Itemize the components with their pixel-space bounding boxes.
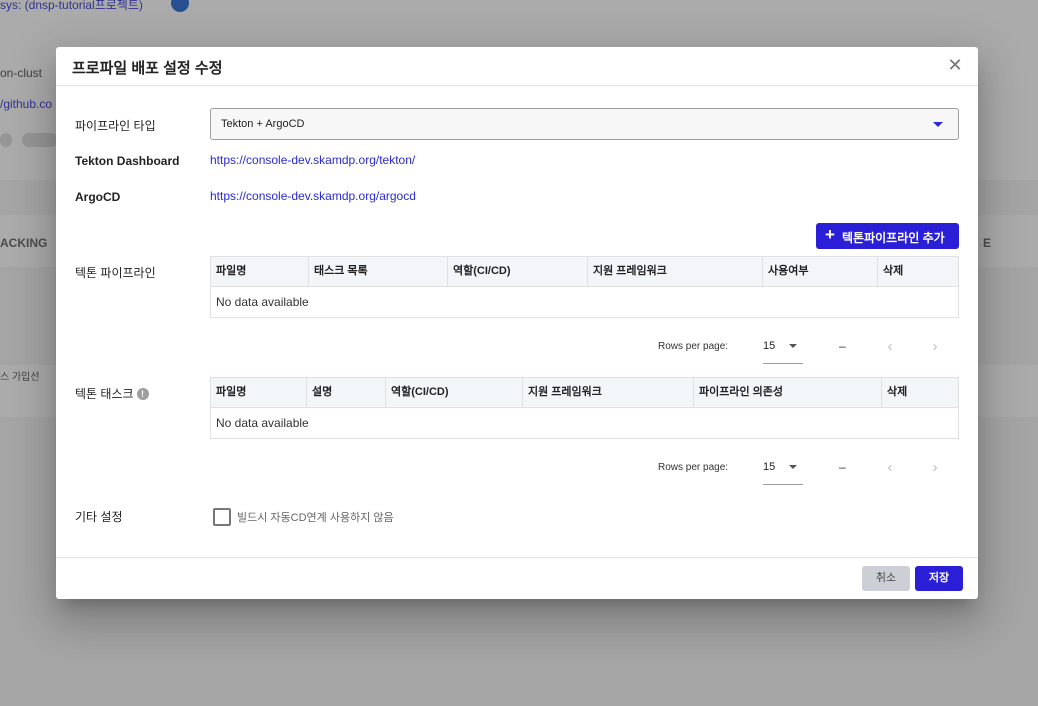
add-tekton-pipeline-label: 텍톤파이프라인 추가 [842, 231, 945, 245]
column-header[interactable]: 파일명 [211, 257, 309, 286]
table-header: 파일명 태스크 목록 역할(CI/CD) 지원 프레임워크 사용여부 삭제 [211, 257, 958, 287]
rows-per-page-label: Rows per page: [658, 341, 729, 352]
column-header[interactable]: 지원 프레임워크 [588, 257, 763, 286]
tekton-pipeline-label: 텍톤 파이프라인 [75, 266, 156, 280]
rows-per-page-select[interactable]: 15 [763, 454, 803, 485]
dialog-header: 프로파일 배포 설정 수정 ✕ [56, 47, 978, 86]
close-icon[interactable]: ✕ [946, 56, 964, 74]
chevron-right-icon[interactable]: › [926, 338, 944, 356]
dialog-footer: 취소 저장 [56, 557, 978, 600]
tekton-task-table: 파일명 설명 역할(CI/CD) 지원 프레임워크 파이프라인 의존성 삭제 N… [210, 377, 959, 439]
save-button[interactable]: 저장 [915, 566, 963, 591]
tekton-dashboard-label: Tekton Dashboard [75, 154, 180, 168]
argocd-link[interactable]: https://console-dev.skamdp.org/argocd [210, 189, 416, 203]
page-range: – [839, 460, 846, 474]
pipeline-type-value: Tekton + ArgoCD [221, 118, 305, 130]
cancel-button[interactable]: 취소 [862, 566, 910, 591]
chevron-down-icon [789, 465, 797, 469]
tekton-task-label-text: 텍톤 태스크 [75, 387, 134, 401]
no-data-text: No data available [216, 416, 309, 430]
table-body: No data available [211, 287, 958, 317]
column-header[interactable]: 사용여부 [763, 257, 878, 286]
chevron-left-icon[interactable]: ‹ [881, 459, 899, 477]
disable-auto-cd-label[interactable]: 빌드시 자동CD연계 사용하지 않음 [237, 509, 394, 525]
add-tekton-pipeline-button[interactable]: + 텍톤파이프라인 추가 [816, 223, 959, 249]
rows-per-page-value: 15 [763, 340, 776, 352]
rows-per-page-value: 15 [763, 461, 776, 473]
no-data-text: No data available [216, 295, 309, 309]
disable-auto-cd-checkbox[interactable] [213, 508, 231, 526]
rows-per-page-select[interactable]: 15 [763, 333, 803, 364]
column-header[interactable]: 태스크 목록 [309, 257, 448, 286]
column-header[interactable]: 설명 [307, 378, 386, 407]
column-header[interactable]: 파일명 [211, 378, 307, 407]
tekton-dashboard-link[interactable]: https://console-dev.skamdp.org/tekton/ [210, 153, 415, 167]
table-header: 파일명 설명 역할(CI/CD) 지원 프레임워크 파이프라인 의존성 삭제 [211, 378, 958, 408]
tekton-task-pagination: Rows per page: 15 – ‹ › [210, 454, 957, 485]
edit-profile-deploy-dialog: 프로파일 배포 설정 수정 ✕ 파이프라인 타입 Tekton + ArgoCD… [56, 47, 978, 599]
plus-icon: + [825, 225, 835, 244]
table-body: No data available [211, 408, 958, 438]
column-header[interactable]: 삭제 [878, 257, 958, 286]
column-header[interactable]: 삭제 [882, 378, 958, 407]
pipeline-type-select[interactable]: Tekton + ArgoCD [210, 108, 959, 140]
chevron-right-icon[interactable]: › [926, 459, 944, 477]
dialog-title: 프로파일 배포 설정 수정 [72, 60, 223, 77]
info-icon[interactable]: ! [136, 388, 149, 400]
chevron-left-icon[interactable]: ‹ [881, 338, 899, 356]
chevron-down-icon [789, 344, 797, 348]
argocd-label: ArgoCD [75, 190, 121, 204]
pipeline-type-label: 파이프라인 타입 [75, 119, 156, 133]
tekton-pipeline-table: 파일명 태스크 목록 역할(CI/CD) 지원 프레임워크 사용여부 삭제 No… [210, 256, 959, 318]
other-settings-label: 기타 설정 [75, 510, 123, 524]
tekton-pipeline-pagination: Rows per page: 15 – ‹ › [210, 333, 957, 364]
chevron-down-icon [933, 122, 943, 127]
column-header[interactable]: 파이프라인 의존성 [694, 378, 882, 407]
page-range: – [839, 339, 846, 353]
column-header[interactable]: 역할(CI/CD) [386, 378, 523, 407]
column-header[interactable]: 지원 프레임워크 [523, 378, 694, 407]
tekton-task-label: 텍톤 태스크! [75, 385, 149, 402]
rows-per-page-label: Rows per page: [658, 462, 729, 473]
column-header[interactable]: 역할(CI/CD) [448, 257, 588, 286]
